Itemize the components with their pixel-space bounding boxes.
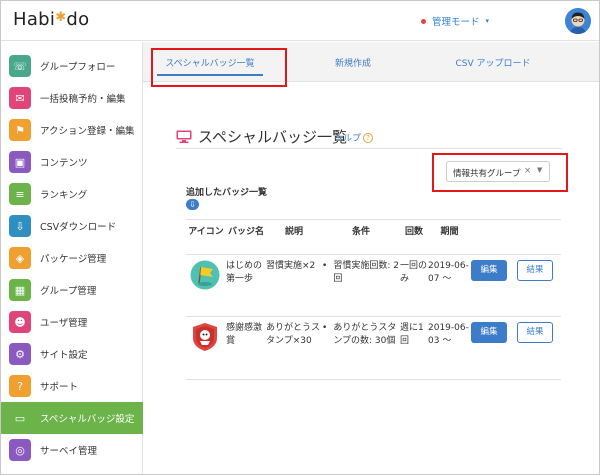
group-follow-icon: ☏ (9, 55, 31, 77)
download-cloud-icon[interactable]: ⇩ (186, 199, 199, 210)
table-row: はじめの第一歩 習慣実施×2 • 習慣実施回数: 2回 一回のみ 2019-06-… (186, 254, 561, 317)
sidebar-item-label: ランキング (40, 190, 88, 201)
package-icon: ◈ (9, 247, 31, 269)
table-row: 感謝感激賞 ありがとうスタンプ×30 • ありがとうスタンプの数: 30個 週に1… (186, 316, 561, 380)
user-manage-icon: ☻ (9, 311, 31, 333)
badge-name: 感謝感激賞 (226, 316, 266, 380)
sidebar-item-gear[interactable]: ⚙ サイト設定 (1, 338, 143, 370)
download-icon: ⇩ (9, 215, 31, 237)
sidebar-item-label: グループフォロー (40, 62, 116, 73)
badge-condition: • 習慣実施回数: 2回 (322, 254, 400, 317)
col-header-result (517, 219, 561, 255)
col-header-edit (471, 219, 517, 255)
badge-condition-text: 習慣実施回数: 2回 (333, 261, 399, 284)
sidebar-item-label: サポート (40, 382, 79, 393)
sidebar-item-label: サイト設定 (40, 350, 88, 361)
added-badges-heading: 追加したバッジ一覧 (186, 188, 268, 198)
edit-button[interactable]: 編集 (471, 260, 507, 281)
col-header-period: 期間 (428, 219, 471, 255)
edit-cell: 編集 (471, 254, 517, 317)
sidebar-item-label: ユーザ管理 (40, 318, 88, 329)
content-icon: ▣ (9, 151, 31, 173)
sidebar-item-package[interactable]: ◈ パッケージ管理 (1, 242, 143, 274)
edit-cell: 編集 (471, 316, 517, 380)
thanks-badge-icon (193, 323, 217, 351)
mode-dot-icon (421, 18, 426, 24)
sidebar-item-group-follow[interactable]: ☏ グループフォロー (1, 50, 143, 82)
monitor-icon: ▭ (14, 411, 26, 425)
col-header-icon: アイコン (186, 219, 226, 255)
support-icon: ? (9, 375, 31, 397)
sidebar-item-compass[interactable]: ◎ サーベイ管理 (1, 434, 143, 466)
badge-table: アイコン バッジ名 説明 条件 回数 期間 はじめの第一歩 習慣実施×2 • 習… (186, 219, 561, 380)
badge-count: 一回のみ (400, 254, 428, 317)
chat-icon: ✉ (9, 87, 31, 109)
badge-name: はじめの第一歩 (226, 254, 266, 317)
flag-icon: ⚑ (9, 119, 31, 141)
ranking-icon: ≡ (9, 183, 31, 205)
badge-count: 週に1回 (400, 316, 428, 380)
help-link[interactable]: ヘルプ ? (334, 131, 374, 144)
sidebar-item-label: グループ管理 (40, 286, 97, 297)
sidebar-item-label: サーベイ管理 (40, 446, 98, 457)
badge-period: 2019-06-03 〜 (428, 316, 471, 380)
sidebar-item-label: コンテンツ (40, 158, 88, 169)
col-header-badge-name: バッジ名 (226, 219, 266, 255)
help-label: ヘルプ (334, 134, 362, 144)
admin-mode-menu[interactable]: 管理モード ▾ (421, 14, 489, 28)
sidebar-item-content[interactable]: ▣ コンテンツ (1, 146, 143, 178)
sidebar-item-label: 一括投稿予約・編集 (40, 94, 126, 105)
badge-description: ありがとうスタンプ×30 (266, 316, 322, 380)
sidebar-item-chat[interactable]: ✉ 一括投稿予約・編集 (1, 82, 143, 114)
sidebar-item-support[interactable]: ? サポート (1, 370, 143, 402)
badge-icon-cell (186, 316, 226, 380)
tab-csv-upload[interactable]: CSV アップロード (438, 56, 548, 69)
badge-icon-cell (186, 254, 226, 317)
first-step-badge-icon (190, 260, 220, 290)
sidebar-item-flag[interactable]: ⚑ アクション登録・編集 (1, 114, 143, 146)
badge-description: 習慣実施×2 (266, 254, 322, 317)
sidebar-item-group-manage[interactable]: ▦ グループ管理 (1, 274, 143, 306)
compass-icon: ◎ (9, 439, 31, 461)
avatar[interactable] (565, 8, 591, 34)
title-divider (176, 148, 562, 149)
chevron-down-icon: ▾ (485, 17, 490, 25)
sidebar-item-label: アクション登録・編集 (40, 126, 135, 137)
result-button[interactable]: 結果 (517, 322, 553, 343)
result-cell: 結果 (517, 316, 561, 380)
monitor-icon (176, 130, 192, 143)
result-button[interactable]: 結果 (517, 260, 553, 281)
sidebar-item-label: パッケージ管理 (40, 254, 107, 265)
edit-button[interactable]: 編集 (471, 322, 507, 343)
col-header-description: 説明 (266, 219, 322, 255)
page-title: スペシャルバッジ一覧 (176, 126, 347, 147)
group-manage-icon: ▦ (9, 279, 31, 301)
gear-icon: ⚙ (9, 343, 31, 365)
badge-condition-text: ありがとうスタンプの数: 30個 (333, 323, 397, 346)
col-header-condition: 条件 (322, 219, 400, 255)
question-icon: ? (363, 132, 374, 143)
sidebar-item-download[interactable]: ⇩ CSVダウンロード (1, 210, 143, 242)
highlight-box-tab (151, 48, 287, 87)
sidebar-item-label: スペシャルバッジ設定 (40, 414, 135, 425)
top-header: Habi✱do 管理モード ▾ (1, 1, 599, 41)
badge-condition: • ありがとうスタンプの数: 30個 (322, 316, 400, 380)
sidebar-item-monitor[interactable]: ▭ スペシャルバッジ設定 (1, 402, 143, 434)
tab-create-new[interactable]: 新規作成 (318, 56, 388, 69)
sidebar-item-user-manage[interactable]: ☻ ユーザ管理 (1, 306, 143, 338)
badge-period: 2019-06-07 〜 (428, 254, 471, 317)
admin-mode-label: 管理モード (432, 17, 480, 28)
page-title-text: スペシャルバッジ一覧 (198, 128, 347, 146)
col-header-count: 回数 (400, 219, 428, 255)
habido-logo[interactable]: Habi✱do (13, 9, 89, 30)
result-cell: 結果 (517, 254, 561, 317)
sidebar: ☏ グループフォロー ✉ 一括投稿予約・編集 ⚑ アクション登録・編集 ▣ コンテンツ ≡ ランキ… (1, 42, 143, 474)
sidebar-item-label: CSVダウンロード (40, 222, 117, 233)
highlight-box-select (432, 153, 568, 192)
sidebar-item-ranking[interactable]: ≡ ランキング (1, 178, 143, 210)
